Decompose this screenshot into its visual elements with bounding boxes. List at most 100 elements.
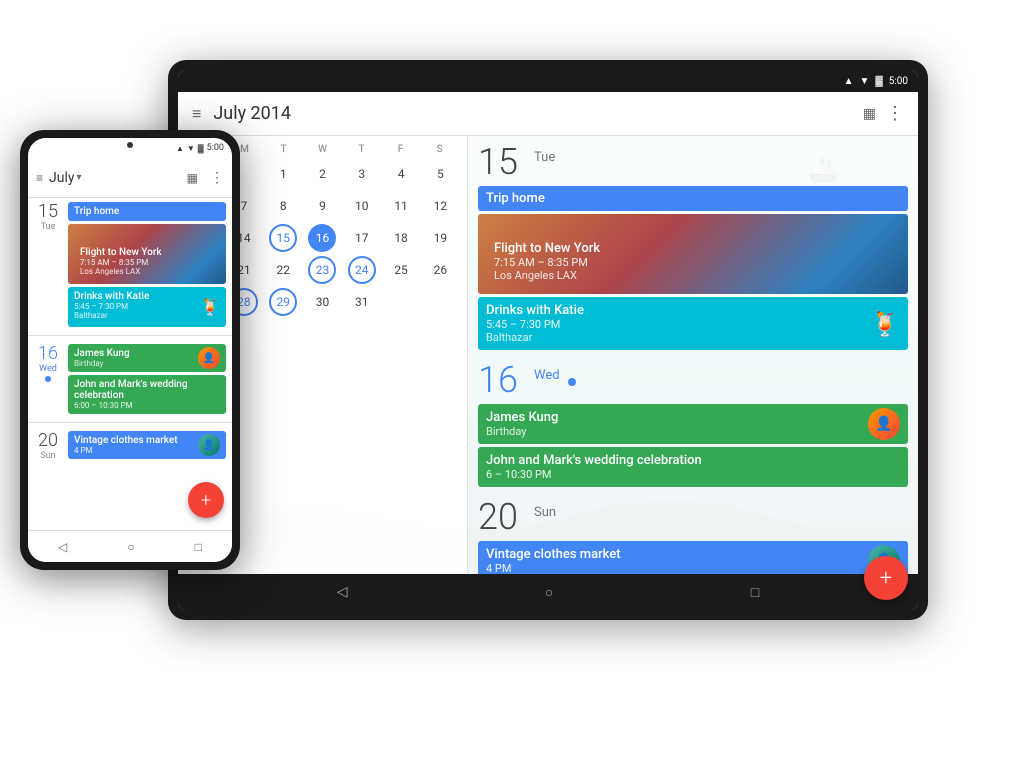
tablet-event-trip-home[interactable]: Trip home [478,186,908,211]
tablet-event-vintage[interactable]: Vintage clothes market 4 PM 👤 [478,541,908,574]
phone-header: ≡ July ▾ ▦ ⋮ [28,158,232,198]
cal-day-16[interactable]: 16 [304,223,341,253]
tablet-james-avatar: 👤 [868,408,900,440]
phone-home-icon[interactable]: ○ [127,540,134,554]
tablet-day-16-number: 16 [478,362,526,398]
phone-drinks-time: 5:45 – 7:30 PM [74,302,198,311]
cal-day-25[interactable]: 25 [382,255,419,285]
phone-status-right: ▲ ▼ ▓ 5:00 [176,143,224,153]
phone-camera [127,142,133,148]
phone-chevron-icon: ▾ [77,172,82,183]
cal-day-1[interactable]: 1 [265,159,302,189]
phone-title: July ▾ [49,170,181,186]
phone-body: 15 Tue Trip home Flight to New York [28,198,232,530]
tablet-wedding-time: 6 – 10:30 PM [486,468,900,481]
tablet-flight-time: 7:15 AM – 8:35 PM [494,256,892,269]
cal-day-5[interactable]: 5 [422,159,459,189]
phone-james-sub: Birthday [74,359,196,368]
cal-day-17[interactable]: 17 [343,223,380,253]
tablet-vintage-title: Vintage clothes market [486,547,864,562]
phone-day-20-col: 20 Sun [34,431,62,461]
phone-day-16-name: Wed [39,364,57,374]
tablet-trip-home-title: Trip home [486,191,545,206]
cal-day-24[interactable]: 24 [343,255,380,285]
cal-day-12[interactable]: 12 [422,191,459,221]
tablet-event-drinks-katie[interactable]: Drinks with Katie 5:45 – 7:30 PM Balthaz… [478,297,908,350]
phone-divider-1 [28,335,232,336]
tablet-status-bar: ▲ ▼ ▓ 5:00 [178,70,918,92]
tablet-home-icon[interactable]: ○ [545,584,553,601]
phone-day-15-events: Trip home Flight to New York 7:15 AM – 8… [68,202,226,327]
phone-time: 5:00 [207,143,224,153]
cal-day-26[interactable]: 26 [422,255,459,285]
phone-menu-icon[interactable]: ≡ [36,171,43,185]
phone-day-16-events: James Kung Birthday 👤 John and Mark's we… [68,344,226,414]
tablet-event-wedding[interactable]: John and Mark's wedding celebration 6 – … [478,447,908,487]
tablet-more-icon[interactable]: ⋮ [886,103,904,124]
phone-back-icon[interactable]: ◁ [58,540,67,554]
phone-drinks-icon: 🍹 [200,298,220,317]
cal-day-10[interactable]: 10 [343,191,380,221]
tablet-screen: ▲ ▼ ▓ 5:00 ≡ July 2014 ▦ ⋮ [178,70,918,610]
phone-event-flight-ny[interactable]: Flight to New York 7:15 AM – 8:35 PM Los… [68,224,226,284]
tablet-fab-button[interactable]: + [864,556,908,600]
phone-nav-bar: ◁ ○ □ [28,530,232,562]
cal-day-31[interactable]: 31 [343,287,380,317]
phone-more-icon[interactable]: ⋮ [210,170,224,186]
phone-day-16-col: 16 Wed [34,344,62,414]
tablet-event-james-kung[interactable]: James Kung Birthday 👤 [478,404,908,444]
tablet-flight-content: Flight to New York 7:15 AM – 8:35 PM Los… [486,235,900,288]
phone-fab-button[interactable]: + [188,482,224,518]
phone-vintage-time: 4 PM [74,446,196,455]
cal-header-w: W [303,144,342,155]
phone-event-wedding[interactable]: John and Mark's wedding celebration 6:00… [68,375,226,414]
tablet-flight-sub: Los Angeles LAX [494,269,892,282]
phone-flight-content: Flight to New York 7:15 AM – 8:35 PM Los… [74,243,220,280]
phone-day-20-name: Sun [40,451,55,461]
tablet-day-15-section: 15 Tue Trip home [478,144,908,350]
tablet-drinks-time: 5:45 – 7:30 PM [486,318,584,331]
tablet-day-15-label: 15 Tue [478,144,908,180]
cal-day-4[interactable]: 4 [382,159,419,189]
cal-day-18[interactable]: 18 [382,223,419,253]
phone-flight-title: Flight to New York [80,247,214,258]
tablet-vintage-time: 4 PM [486,562,864,574]
tablet-event-flight-ny[interactable]: Flight to New York 7:15 AM – 8:35 PM Los… [478,214,908,294]
cal-day-19[interactable]: 19 [422,223,459,253]
cal-empty-4 [422,287,459,317]
tablet-day-16-dot [568,378,576,386]
cal-day-9[interactable]: 9 [304,191,341,221]
cal-day-2[interactable]: 2 [304,159,341,189]
tablet-recents-icon[interactable]: □ [751,584,759,601]
phone-drinks-title: Drinks with Katie [74,291,198,302]
phone-wifi-icon: ▼ [187,144,195,153]
cal-header-s2: S [420,144,459,155]
phone-divider-2 [28,422,232,423]
tablet-calendar-icon[interactable]: ▦ [863,106,876,122]
phone-event-vintage[interactable]: Vintage clothes market 4 PM 👤 [68,431,226,459]
tablet-drinks-icon: 🍹 [870,310,900,338]
phone-wedding-title: John and Mark's wedding celebration [74,379,220,401]
phone-recents-icon[interactable]: □ [195,540,202,554]
cal-day-3[interactable]: 3 [343,159,380,189]
tablet-day-20-section: 20 Sun Vintage clothes market 4 PM 👤 [478,499,908,574]
tablet-day-16-name: Wed [534,368,560,383]
cal-day-23[interactable]: 23 [304,255,341,285]
cal-header-f: F [381,144,420,155]
tablet-menu-icon[interactable]: ≡ [192,104,201,124]
cal-day-11[interactable]: 11 [382,191,419,221]
tablet-back-icon[interactable]: ◁ [337,584,348,600]
phone-event-trip-home[interactable]: Trip home [68,202,226,221]
tablet-james-title: James Kung [486,410,864,425]
cal-day-8[interactable]: 8 [265,191,302,221]
cal-day-30[interactable]: 30 [304,287,341,317]
phone-calendar-icon[interactable]: ▦ [187,171,198,185]
tablet-wedding-title: John and Mark's wedding celebration [486,453,900,468]
phone-event-drinks-katie[interactable]: Drinks with Katie 5:45 – 7:30 PM Balthaz… [68,287,226,327]
cal-day-15[interactable]: 15 [265,223,302,253]
cal-day-22[interactable]: 22 [265,255,302,285]
cal-day-29[interactable]: 29 [265,287,302,317]
phone-title-text: July [49,170,74,186]
tablet-day-15-name: Tue [534,150,555,165]
phone-event-james-kung[interactable]: James Kung Birthday 👤 [68,344,226,372]
